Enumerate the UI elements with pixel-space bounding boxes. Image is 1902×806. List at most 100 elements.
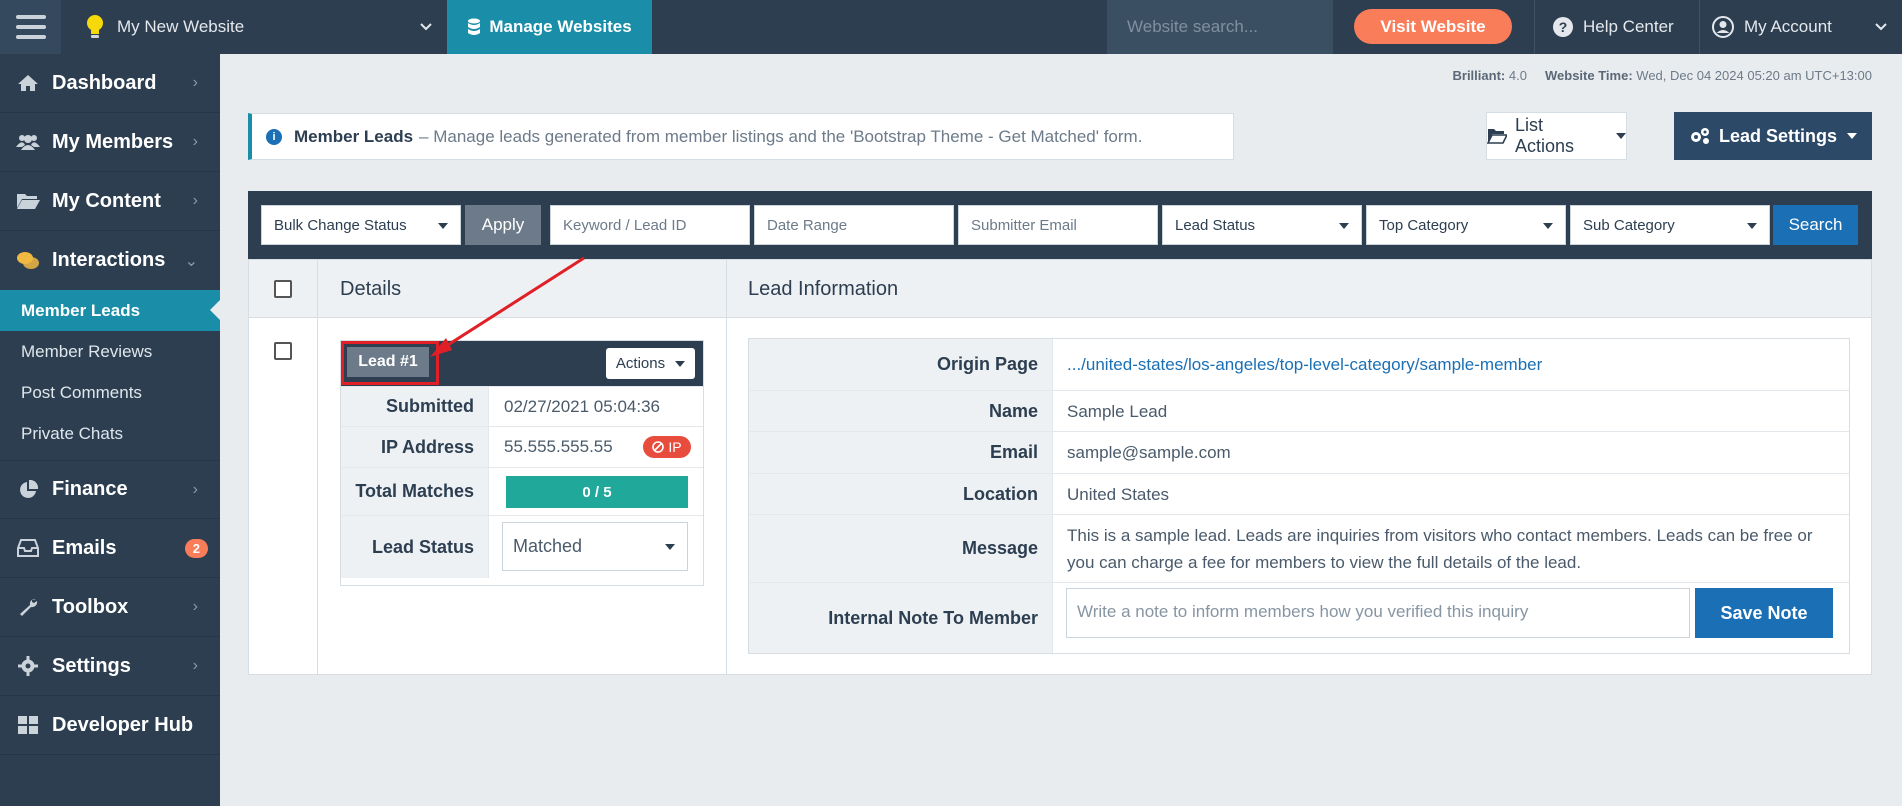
website-time-value: Wed, Dec 04 2024 05:20 am UTC+13:00 — [1636, 68, 1872, 83]
help-center-link[interactable]: ? Help Center — [1535, 0, 1699, 54]
home-icon — [16, 73, 40, 93]
lead-status-cell: Matched — [490, 516, 703, 578]
sidebar-item-label: My Content — [52, 189, 161, 212]
manage-websites-label: Manage Websites — [489, 17, 632, 36]
sidebar-item-label: Developer Hub — [52, 713, 194, 736]
comments-icon — [16, 251, 40, 271]
caret-down-icon — [1747, 223, 1757, 229]
brilliant-value: 4.0 — [1508, 68, 1527, 83]
info-row-email: Email sample@sample.com — [749, 432, 1849, 474]
search-button[interactable]: Search — [1773, 205, 1858, 245]
lead-settings-label: Lead Settings — [1718, 125, 1838, 146]
wrench-icon — [16, 597, 40, 617]
origin-page-link[interactable]: .../united-states/los-angeles/top-level-… — [1067, 351, 1542, 378]
sidebar-item-settings[interactable]: Settings › — [0, 637, 220, 696]
sub-category-select[interactable]: Sub Category — [1570, 205, 1770, 245]
my-account-label: My Account — [1744, 17, 1832, 36]
block-ip-button[interactable]: IP — [643, 436, 691, 458]
list-actions-button[interactable]: List Actions — [1486, 112, 1627, 160]
sidebar-item-label: Toolbox — [52, 595, 129, 618]
message-value: This is a sample lead. Leads are inquiri… — [1067, 525, 1813, 572]
my-account-menu[interactable]: My Account — [1700, 0, 1902, 54]
keyword-input[interactable] — [563, 216, 749, 234]
sidebar-item-interactions[interactable]: Interactions ⌄ — [0, 231, 220, 290]
info-row-name: Name Sample Lead — [749, 391, 1849, 432]
sidebar-item-label: Finance — [52, 478, 128, 500]
pie-chart-icon — [16, 479, 40, 500]
lead-row-submitted: Submitted 02/27/2021 05:04:36 — [341, 386, 703, 426]
grid-icon — [16, 715, 40, 735]
hamburger-icon — [15, 15, 46, 39]
sidebar: Dashboard › My Members › My Content › In… — [0, 54, 220, 806]
caret-down-icon — [1616, 133, 1626, 139]
website-selector[interactable]: My New Website — [61, 0, 447, 54]
sidebar-subitem-member-reviews[interactable]: Member Reviews — [0, 331, 220, 372]
users-icon — [16, 132, 40, 152]
page-title: Member Leads — [294, 126, 414, 146]
sidebar-item-label: Dashboard — [52, 71, 157, 94]
internal-note-input[interactable] — [1066, 588, 1690, 638]
sidebar-item-my-members[interactable]: My Members › — [0, 113, 220, 172]
column-header-details: Details — [340, 278, 402, 300]
sidebar-item-label: Emails — [52, 536, 117, 559]
manage-websites-button[interactable]: Manage Websites — [447, 0, 652, 54]
brilliant-label: Brilliant: — [1452, 68, 1506, 83]
lead-settings-button[interactable]: Lead Settings — [1674, 112, 1872, 160]
save-note-button[interactable]: Save Note — [1695, 588, 1833, 638]
submitter-email-input[interactable] — [971, 216, 1157, 234]
info-row-origin: Origin Page .../united-states/los-angele… — [749, 339, 1849, 391]
lead-status-dropdown[interactable]: Matched — [502, 522, 688, 571]
ip-address-value: 55.555.555.55 IP — [490, 427, 703, 467]
lead-actions-label: Actions — [615, 355, 666, 372]
lead-actions-button[interactable]: Actions — [606, 348, 695, 379]
caret-down-icon — [1847, 133, 1858, 139]
date-range-field — [754, 205, 954, 245]
interactions-submenu: Member Leads Member Reviews Post Comment… — [0, 290, 220, 460]
lead-row-status: Lead Status Matched — [341, 515, 703, 578]
sidebar-subitem-private-chats[interactable]: Private Chats — [0, 413, 220, 454]
website-search-input[interactable] — [1107, 0, 1333, 54]
page-subtitle: – Manage leads generated from member lis… — [419, 126, 1143, 146]
sidebar-item-emails[interactable]: Emails 2 — [0, 519, 220, 578]
submitted-label: Submitted — [341, 387, 489, 426]
internal-note-label: Internal Note To Member — [749, 583, 1053, 653]
sidebar-subitem-member-leads[interactable]: Member Leads — [0, 290, 220, 331]
sidebar-item-label: Settings — [52, 654, 131, 677]
menu-toggle-button[interactable] — [0, 0, 61, 54]
sidebar-item-developer-hub[interactable]: Developer Hub — [0, 696, 220, 755]
help-center-label: Help Center — [1583, 17, 1674, 36]
lead-id-tag[interactable]: Lead #1 — [347, 347, 429, 377]
date-range-input[interactable] — [767, 216, 953, 234]
sidebar-item-toolbox[interactable]: Toolbox › — [0, 578, 220, 637]
column-divider — [317, 260, 318, 674]
name-label: Name — [749, 391, 1053, 431]
lead-details-card: Lead #1 Actions Submitted 02/27/2021 05:… — [340, 340, 704, 586]
sidebar-subitem-post-comments[interactable]: Post Comments — [0, 372, 220, 413]
website-name: My New Website — [117, 17, 245, 36]
question-circle-icon: ? — [1553, 17, 1573, 37]
top-category-select[interactable]: Top Category — [1366, 205, 1566, 245]
sidebar-item-finance[interactable]: Finance › — [0, 460, 220, 519]
select-all-checkbox[interactable] — [274, 280, 292, 298]
info-row-location: Location United States — [749, 474, 1849, 515]
column-divider — [726, 260, 727, 674]
bulk-change-status-select[interactable]: Bulk Change Status — [261, 205, 461, 245]
site-meta: Brilliant: 4.0 Website Time: Wed, Dec 04… — [1453, 68, 1873, 83]
top-bar: My New Website Manage Websites Visit Web… — [0, 0, 1902, 54]
lead-row-ip: IP Address 55.555.555.55 IP — [341, 426, 703, 467]
lead-card-header: Lead #1 Actions — [341, 341, 703, 386]
visit-website-button[interactable]: Visit Website — [1354, 9, 1512, 44]
row-select-checkbox[interactable] — [274, 342, 292, 360]
sidebar-item-dashboard[interactable]: Dashboard › — [0, 54, 220, 113]
table-header — [249, 260, 1871, 318]
page-description: i Member Leads – Manage leads generated … — [248, 113, 1234, 160]
sidebar-item-label: My Members — [52, 130, 174, 153]
chevron-right-icon: › — [192, 480, 198, 498]
apply-button[interactable]: Apply — [465, 205, 541, 245]
origin-page-cell: .../united-states/los-angeles/top-level-… — [1054, 339, 1849, 390]
chevron-right-icon: › — [192, 192, 198, 209]
bulk-change-status-label: Bulk Change Status — [274, 216, 407, 234]
lead-status-select[interactable]: Lead Status — [1162, 205, 1362, 245]
sidebar-item-my-content[interactable]: My Content › — [0, 172, 220, 231]
caret-down-icon — [1543, 223, 1553, 229]
